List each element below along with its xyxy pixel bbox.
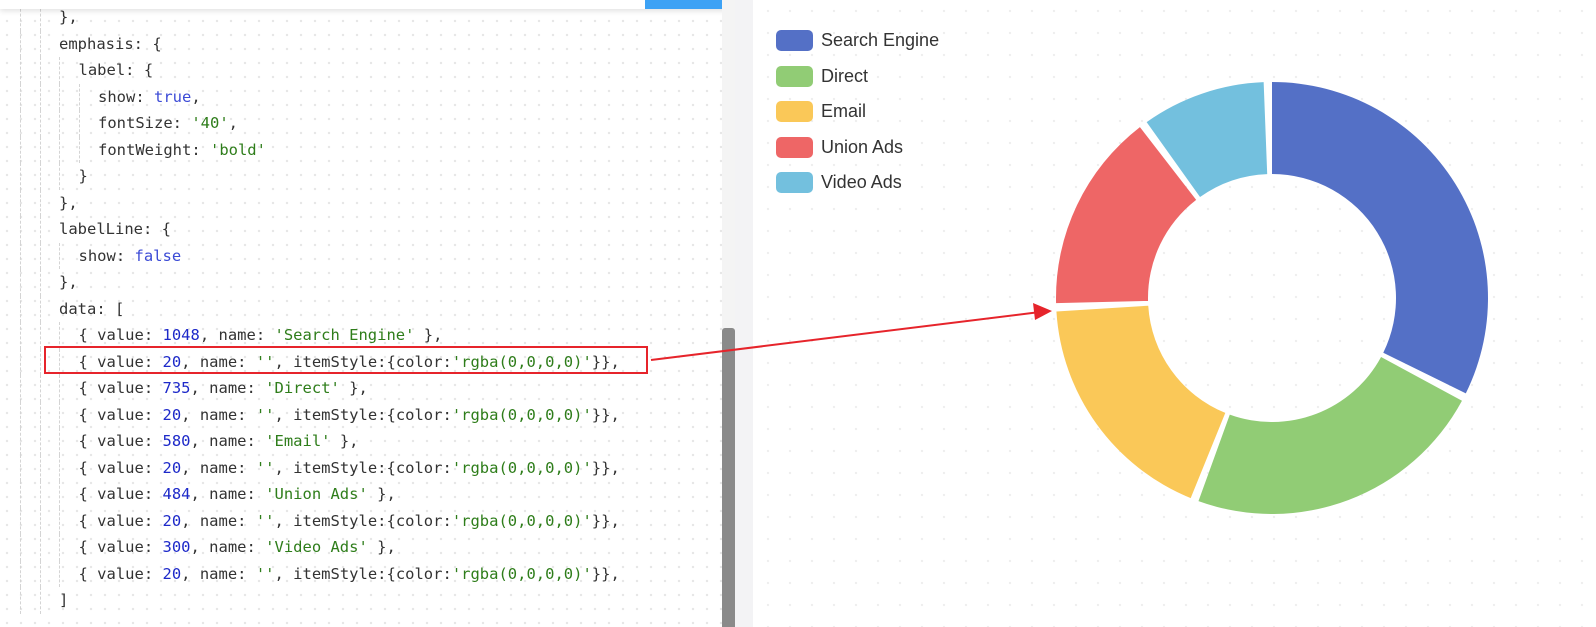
donut-slice[interactable] [1056,305,1226,499]
donut-slice[interactable] [1198,356,1462,514]
donut-chart [1056,82,1488,514]
donut-slice[interactable] [1272,82,1488,394]
